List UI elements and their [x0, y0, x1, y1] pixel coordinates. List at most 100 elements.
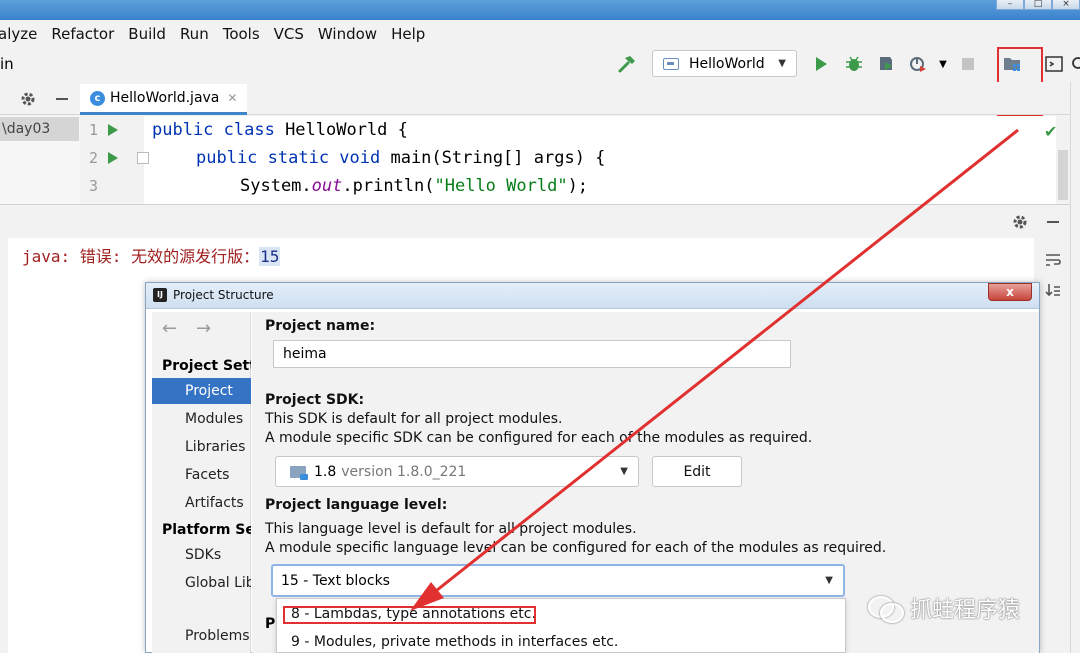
chevron-down-icon: ▼ [620, 466, 628, 477]
wechat-logo-icon [868, 594, 904, 623]
menu-build[interactable]: Build [128, 25, 166, 43]
sdk-version: version 1.8.0_221 [341, 463, 467, 480]
close-window-button[interactable]: × [1052, 0, 1080, 10]
back-arrow-icon[interactable]: ← [162, 318, 177, 339]
build-tool-window-header [0, 204, 1070, 238]
error-source-version: 15 [259, 247, 281, 266]
run-configuration-select[interactable]: HelloWorld ▼ [652, 50, 797, 77]
close-icon[interactable]: ✕ [227, 91, 237, 105]
dialog-title: Project Structure [173, 288, 274, 302]
code-keyword: public class [152, 120, 286, 140]
code-text: ); [567, 176, 589, 196]
run-configuration-label: HelloWorld [689, 55, 765, 72]
menu-vcs[interactable]: VCS [274, 25, 304, 43]
gear-icon[interactable] [1009, 211, 1031, 233]
fold-icon[interactable] [137, 152, 149, 164]
run-gutter-icon[interactable] [108, 152, 118, 164]
menu-window[interactable]: Window [318, 25, 377, 43]
window-title-bar [0, 0, 1080, 20]
terminal-window-icon[interactable] [1043, 53, 1065, 75]
debug-bug-icon[interactable] [843, 53, 865, 75]
sidebar-item-facets[interactable]: Facets [185, 467, 251, 483]
navigation-bar-fragment[interactable]: in [0, 55, 14, 73]
menu-tools[interactable]: Tools [223, 25, 260, 43]
sdk-name: 1.8 [314, 463, 337, 480]
sidebar-item-artifacts[interactable]: Artifacts [185, 495, 251, 511]
intellij-app-icon: IJ [153, 288, 167, 302]
stop-icon[interactable] [957, 53, 979, 75]
scroll-to-end-icon[interactable] [1042, 280, 1064, 302]
language-level-description-1: This language level is default for all p… [265, 521, 637, 537]
code-text: HelloWorld { [285, 120, 408, 140]
java-class-icon: c [90, 90, 105, 106]
profile-icon[interactable] [907, 53, 929, 75]
sidebar-section-platform-settings: Platform Settings [162, 522, 251, 538]
application-config-icon [663, 57, 679, 70]
code-text: System. [240, 176, 312, 196]
editor-scrollbar-thumb[interactable] [1058, 150, 1068, 200]
menu-refactor[interactable]: Refactor [51, 25, 114, 43]
menu-analyze[interactable]: alyze [0, 25, 37, 43]
menu-bar: alyze Refactor Build Run Tools VCS Windo… [0, 20, 1080, 48]
run-icon[interactable] [810, 53, 832, 75]
code-field: out [311, 176, 343, 196]
menu-run[interactable]: Run [180, 25, 209, 43]
error-text: java: 错误: 无效的源发行版： [22, 247, 260, 266]
build-left-strip [0, 238, 8, 653]
line-number: 1 [88, 121, 98, 139]
gear-icon[interactable] [17, 88, 39, 110]
language-level-selected: 15 - Text blocks [281, 572, 390, 589]
code-text: main(String[] args) { [390, 148, 606, 168]
code-text: .println( [342, 176, 435, 196]
dialog-title-bar [146, 283, 1039, 309]
annotation-highlight-box [283, 606, 536, 624]
maximize-window-button[interactable]: □ [1024, 0, 1052, 10]
watermark: 抓蛙程序猿 [868, 592, 1020, 624]
forward-arrow-icon[interactable]: → [196, 318, 211, 339]
project-name-input[interactable] [273, 340, 791, 368]
language-level-option-9[interactable]: 9 - Modules, private methods in interfac… [291, 634, 618, 650]
run-with-coverage-icon[interactable] [875, 53, 897, 75]
tab-label: HelloWorld.java [110, 90, 220, 106]
hide-panel-icon[interactable] [51, 88, 73, 110]
line-number: 3 [88, 177, 98, 195]
sidebar-item-libraries[interactable]: Libraries [185, 439, 251, 455]
window-controls: – □ × [996, 0, 1080, 12]
dialog-close-button[interactable]: x [988, 283, 1032, 301]
soft-wrap-icon[interactable] [1042, 249, 1064, 271]
chevron-down-icon: ▼ [778, 58, 786, 69]
project-tree-item-day03[interactable]: \day03 [0, 117, 79, 141]
code-line-3: System.out.println("Hello World"); [240, 176, 588, 196]
tab-helloworld-java[interactable]: c HelloWorld.java ✕ [80, 84, 248, 115]
code-keyword: public static void [196, 148, 391, 168]
sidebar-item-problems[interactable]: Problems [185, 628, 251, 644]
build-hammer-icon[interactable] [616, 53, 638, 75]
search-icon[interactable] [1068, 53, 1080, 75]
project-sdk-select[interactable]: 1.8 version 1.8.0_221 ▼ [275, 456, 639, 487]
language-level-description-2: A module specific language level can be … [265, 540, 887, 556]
sidebar-item-sdks[interactable]: SDKs [185, 547, 251, 563]
partially-hidden-label: P [265, 616, 276, 632]
run-gutter-icon[interactable] [108, 124, 118, 136]
language-level-select[interactable]: 15 - Text blocks ▼ [271, 564, 845, 597]
sdk-description-1: This SDK is default for all project modu… [265, 411, 563, 427]
language-level-label: Project language level: [265, 497, 448, 513]
project-name-label: Project name: [265, 318, 376, 334]
minimize-window-button[interactable]: – [996, 0, 1024, 10]
right-tool-stripe [1070, 82, 1080, 653]
sidebar-item-modules[interactable]: Modules [185, 411, 251, 427]
sidebar-item-global-libraries[interactable]: Global Libraries [185, 575, 251, 591]
code-string: "Hello World" [434, 176, 568, 196]
line-number: 2 [88, 149, 98, 167]
sidebar-section-project-settings: Project Settings [162, 358, 251, 374]
sidebar-item-project[interactable]: Project [185, 383, 251, 399]
code-line-1: public class HelloWorld { [152, 120, 408, 140]
code-line-2: public static void main(String[] args) { [196, 148, 605, 168]
sdk-folder-icon [290, 465, 308, 480]
chevron-down-icon: ▼ [825, 575, 833, 586]
menu-help[interactable]: Help [391, 25, 425, 43]
profile-dropdown-chevron-icon[interactable]: ▼ [932, 53, 954, 75]
hide-panel-icon[interactable] [1042, 211, 1064, 233]
build-error-message: java: 错误: 无效的源发行版：15 [22, 243, 281, 267]
edit-sdk-button[interactable]: Edit [652, 456, 742, 487]
